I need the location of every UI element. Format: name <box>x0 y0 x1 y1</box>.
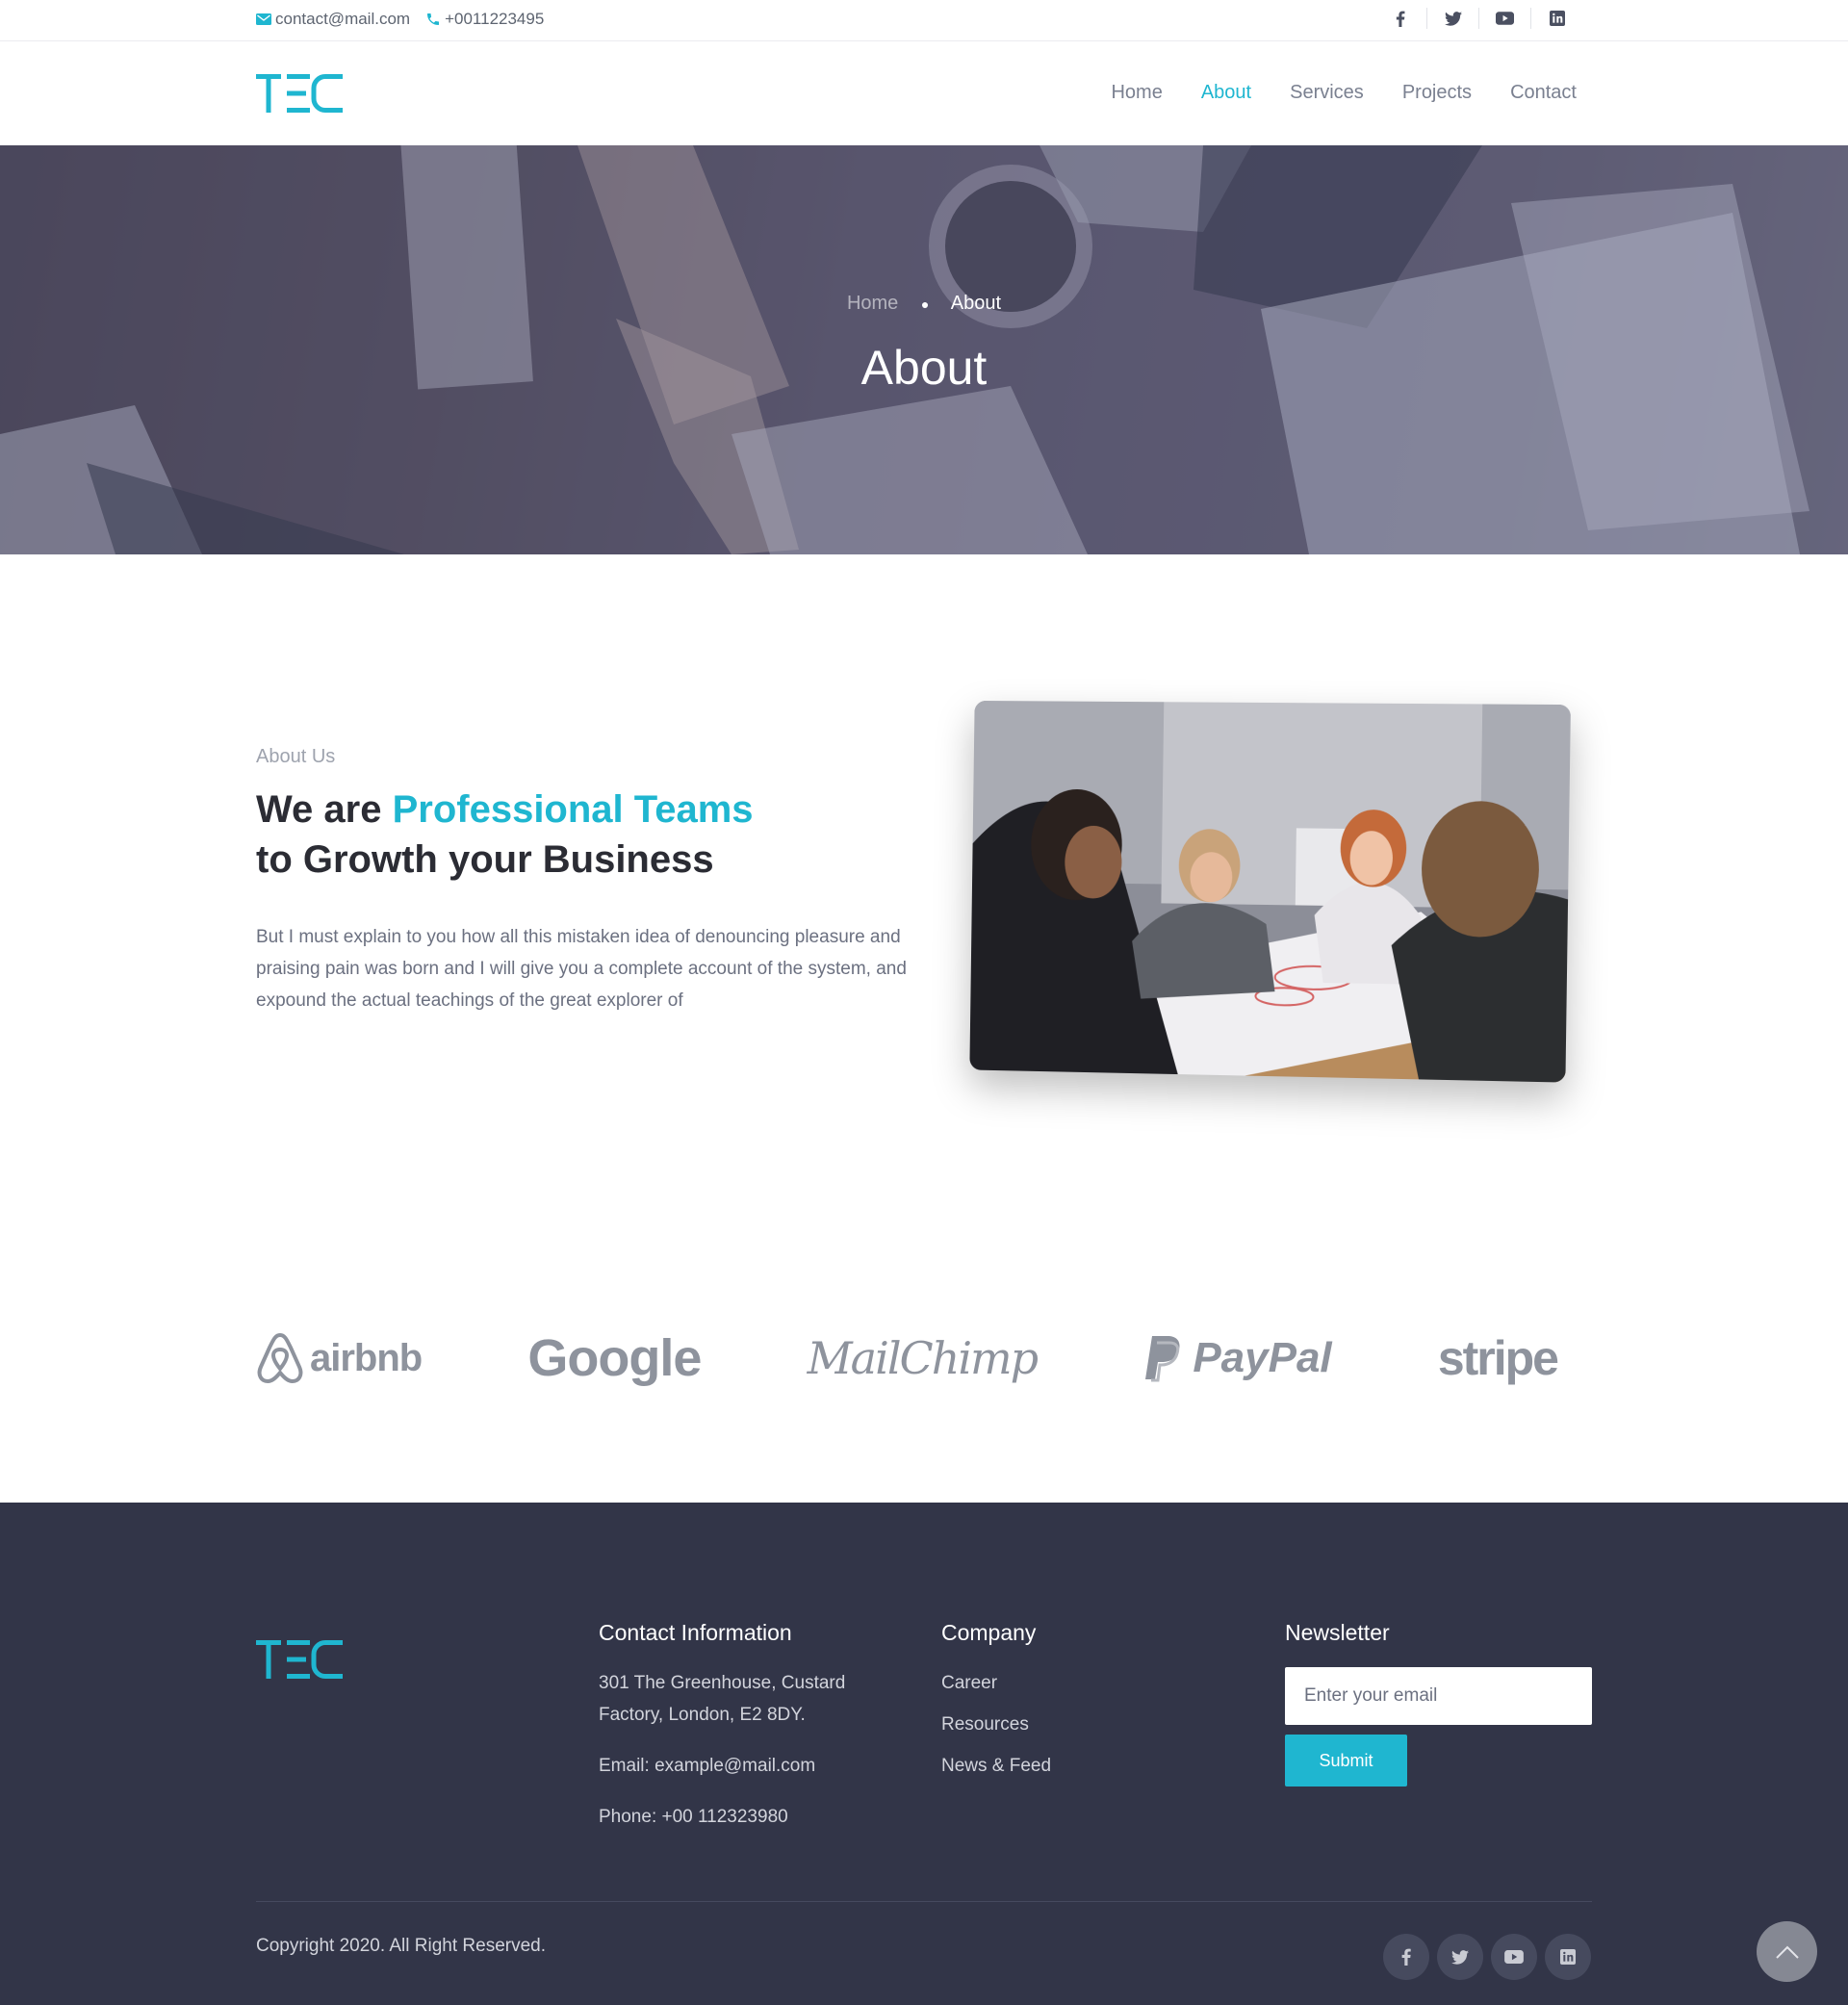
tec-logo <box>256 74 343 113</box>
top-youtube-link[interactable] <box>1478 8 1530 29</box>
site-footer: Contact Information 301 The Greenhouse, … <box>0 1503 1848 2005</box>
google-logo: Google <box>527 1329 702 1387</box>
phone-icon <box>427 13 440 25</box>
airbnb-icon <box>257 1332 303 1384</box>
site-header: Home About Services Projects Contact <box>0 42 1848 145</box>
footer-facebook-link[interactable] <box>1383 1934 1429 1980</box>
copyright: Copyright 2020. All Right Reserved. <box>256 1936 546 1956</box>
facebook-icon <box>1401 1948 1411 1966</box>
top-contact: contact@mail.com +0011223495 <box>256 10 559 29</box>
linkedin-icon <box>1549 11 1565 26</box>
chevron-up-icon <box>1775 1945 1799 1959</box>
newsletter-submit-button[interactable]: Submit <box>1285 1735 1407 1787</box>
paypal-logo: PayPal <box>1142 1334 1332 1382</box>
top-phone-text: +0011223495 <box>445 10 545 28</box>
breadcrumb: Home ● About <box>0 293 1848 315</box>
nav-services[interactable]: Services <box>1290 82 1364 104</box>
newsletter-email-input[interactable] <box>1285 1667 1592 1725</box>
footer-link-career[interactable]: Career <box>941 1667 1051 1699</box>
back-to-top-button[interactable] <box>1757 1921 1817 1982</box>
top-linkedin-link[interactable] <box>1530 8 1582 29</box>
mail-icon <box>256 13 271 25</box>
youtube-icon <box>1504 1950 1524 1964</box>
about-label: About Us <box>256 746 336 767</box>
top-email-text: contact@mail.com <box>275 10 411 28</box>
top-social <box>1374 8 1582 29</box>
facebook-icon <box>1396 11 1405 27</box>
footer-logo[interactable] <box>256 1640 343 1684</box>
about-text: But I must explain to you how all this m… <box>256 927 907 1011</box>
paypal-icon <box>1145 1336 1180 1382</box>
footer-divider <box>256 1901 1592 1902</box>
about-heading-pre: We are <box>256 788 382 831</box>
footer-youtube-link[interactable] <box>1491 1934 1537 1980</box>
brand-logos: airbnb Google MailChimp PayPal stripe <box>256 1328 1592 1388</box>
about-heading-accent: Professional Teams <box>392 788 754 831</box>
nav-about[interactable]: About <box>1201 82 1251 104</box>
top-twitter-link[interactable] <box>1426 8 1478 29</box>
footer-email: Email: example@mail.com <box>599 1756 816 1776</box>
page-title: About <box>860 341 988 395</box>
nav-contact[interactable]: Contact <box>1510 82 1577 104</box>
airbnb-logo: airbnb <box>256 1332 423 1384</box>
footer-phone: Phone: +00 112323980 <box>599 1807 788 1827</box>
footer-link-resources[interactable]: Resources <box>941 1709 1051 1740</box>
mailchimp-logo: MailChimp <box>807 1332 1040 1384</box>
top-phone[interactable]: +0011223495 <box>425 10 544 29</box>
breadcrumb-home[interactable]: Home <box>847 293 898 314</box>
page-hero: Home ● About About <box>0 145 1848 554</box>
top-facebook-link[interactable] <box>1374 8 1426 29</box>
twitter-icon <box>1451 1949 1469 1965</box>
linkedin-icon <box>1560 1949 1576 1965</box>
footer-newsletter: Newsletter Submit <box>1285 1620 1592 1787</box>
team-photo <box>969 700 1571 1083</box>
youtube-icon <box>1496 12 1514 25</box>
footer-newsletter-heading: Newsletter <box>1285 1620 1390 1645</box>
tec-logo <box>256 1640 343 1679</box>
top-bar: contact@mail.com +0011223495 <box>0 0 1848 41</box>
footer-contact: Contact Information 301 The Greenhouse, … <box>599 1620 887 1833</box>
footer-social <box>1375 1934 1591 1980</box>
nav-home[interactable]: Home <box>1111 82 1162 104</box>
footer-twitter-link[interactable] <box>1437 1934 1483 1980</box>
twitter-icon <box>1444 11 1462 26</box>
breadcrumb-separator-icon: ● <box>920 296 930 312</box>
nav-projects[interactable]: Projects <box>1402 82 1472 104</box>
top-email[interactable]: contact@mail.com <box>256 10 410 29</box>
main-nav: Home About Services Projects Contact <box>1072 82 1577 104</box>
breadcrumb-current: About <box>950 293 1002 314</box>
footer-contact-heading: Contact Information <box>599 1620 792 1645</box>
footer-linkedin-link[interactable] <box>1545 1934 1591 1980</box>
airbnb-wordmark: airbnb <box>310 1336 423 1379</box>
footer-company-heading: Company <box>941 1620 1037 1645</box>
footer-address: 301 The Greenhouse, Custard Factory, Lon… <box>599 1673 846 1725</box>
team-photo-illustration <box>969 700 1571 1083</box>
paypal-wordmark: PayPal <box>1193 1334 1332 1381</box>
stripe-logo: stripe <box>1437 1331 1559 1385</box>
about-heading: We are Professional Teams to Growth your… <box>256 784 754 885</box>
site-logo[interactable] <box>256 74 343 113</box>
footer-company: Company Career Resources News & Feed <box>941 1620 1051 1791</box>
footer-link-news-feed[interactable]: News & Feed <box>941 1750 1051 1782</box>
about-heading-line2: to Growth your Business <box>256 838 714 881</box>
